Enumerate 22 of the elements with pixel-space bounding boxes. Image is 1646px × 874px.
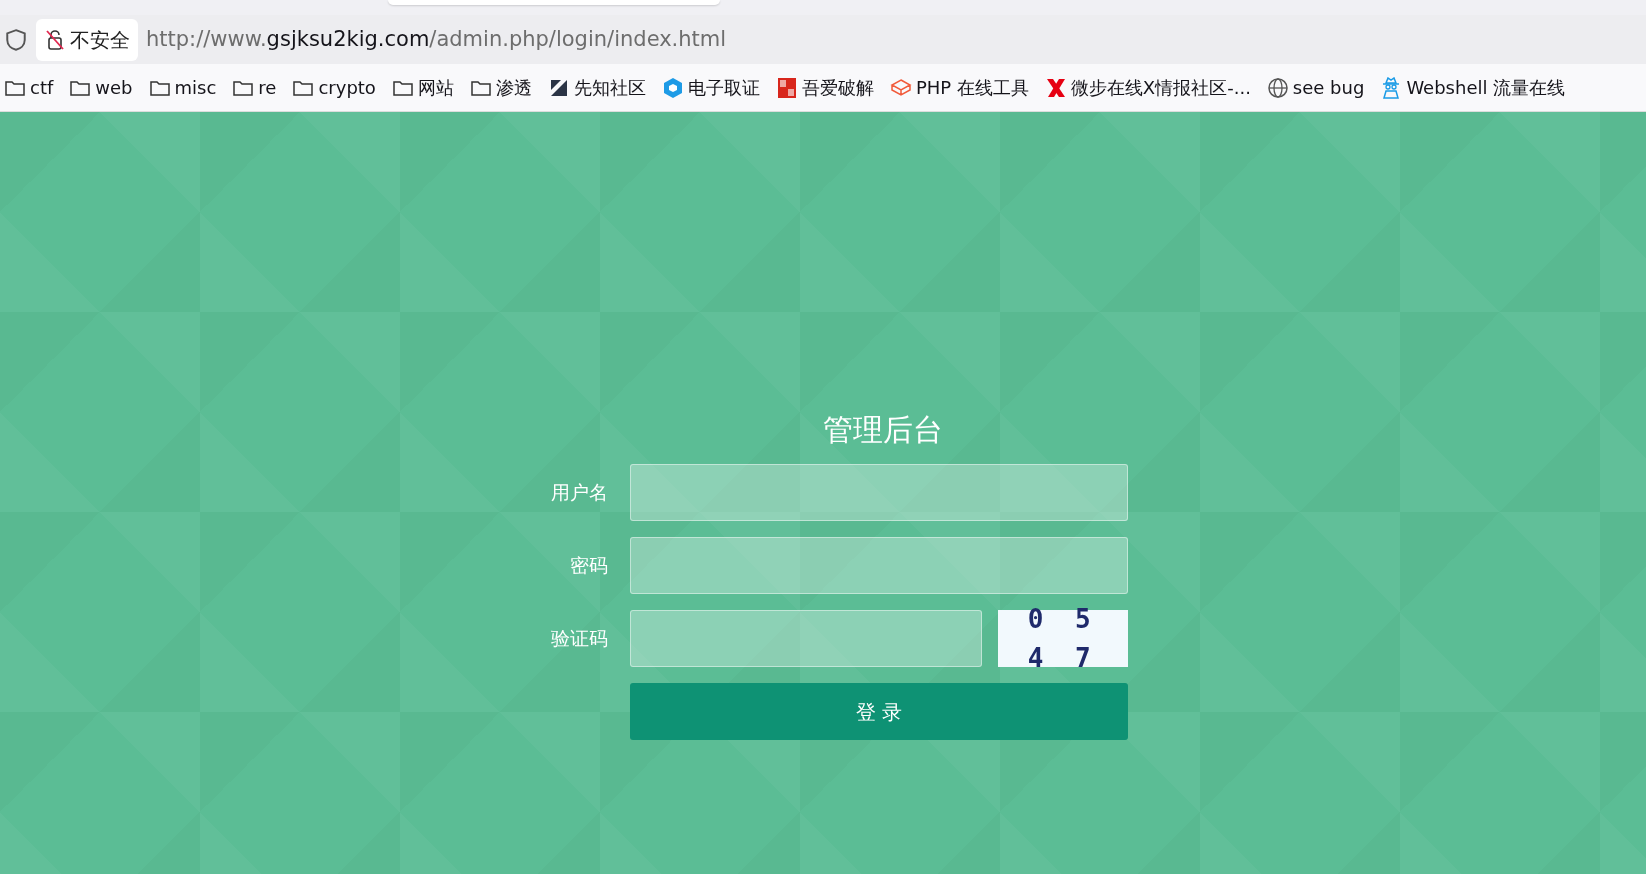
bookmark[interactable]: 网站 bbox=[387, 74, 458, 101]
bookmark[interactable]: PHP 在线工具 bbox=[885, 74, 1033, 101]
bookmark[interactable]: 电子取证 bbox=[657, 74, 764, 101]
bookmark[interactable]: 微步在线X情报社区-... bbox=[1040, 74, 1255, 101]
captcha-image[interactable]: 0 5 4 7 bbox=[997, 610, 1128, 667]
security-indicator[interactable]: 不安全 bbox=[36, 18, 138, 61]
bookmark[interactable]: 渗透 bbox=[465, 74, 536, 101]
form-title: 管理后台 bbox=[822, 411, 944, 449]
bookmark[interactable]: re bbox=[228, 74, 281, 101]
bookmark[interactable]: see bug bbox=[1262, 74, 1369, 101]
bookmark[interactable]: 先知社区 bbox=[543, 74, 650, 101]
field-label: 密码 bbox=[569, 553, 608, 579]
bookmark[interactable]: ctf bbox=[0, 74, 58, 101]
login-button[interactable]: 登 录 bbox=[630, 683, 1128, 740]
url-text[interactable]: http://www.gsjksu2kig.com/admin.php/login/index.html bbox=[146, 23, 727, 56]
bookmark[interactable]: 吾爱破解 bbox=[771, 74, 878, 101]
bookmark[interactable]: misc bbox=[144, 74, 221, 101]
bookmark[interactable]: Webshell 流量在线 bbox=[1376, 74, 1570, 101]
field-label: 验证码 bbox=[550, 626, 608, 652]
bookmark[interactable]: crypto bbox=[288, 74, 380, 101]
field-label: 用户名 bbox=[550, 480, 608, 506]
bookmark[interactable]: web bbox=[65, 74, 137, 101]
